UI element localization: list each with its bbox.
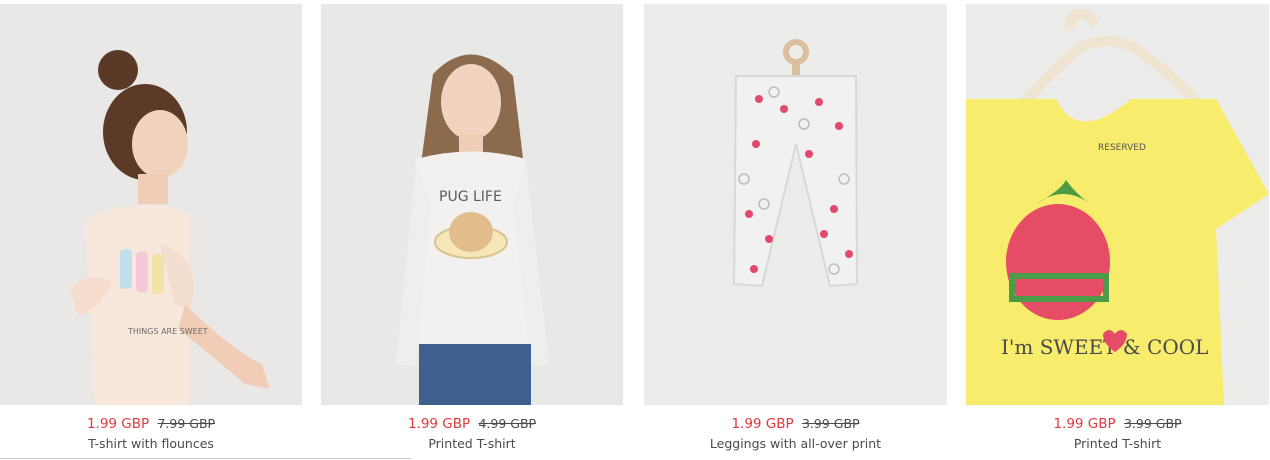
product-title[interactable]: Printed T-shirt bbox=[321, 436, 623, 452]
product-image[interactable] bbox=[644, 4, 947, 405]
product-card[interactable]: RESERVED I'm SWEET & COOL 1.99 GBP 3.99 … bbox=[966, 4, 1269, 460]
print-text: THINGS ARE SWEET bbox=[127, 327, 208, 336]
print-text: PUG LIFE bbox=[439, 189, 502, 205]
price-row: 1.99 GBP 3.99 GBP bbox=[966, 415, 1269, 433]
sale-price: 1.99 GBP bbox=[1053, 416, 1116, 432]
product-info: 1.99 GBP 3.99 GBP Printed T-shirt bbox=[966, 415, 1269, 452]
product-title[interactable]: Leggings with all-over print bbox=[644, 436, 947, 452]
old-price: 4.99 GBP bbox=[478, 416, 537, 431]
old-price: 3.99 GBP bbox=[1123, 416, 1182, 431]
price-row: 1.99 GBP 7.99 GBP bbox=[0, 415, 302, 433]
product-image[interactable]: RESERVED I'm SWEET & COOL bbox=[966, 4, 1269, 405]
divider bbox=[0, 458, 411, 459]
sale-price: 1.99 GBP bbox=[86, 416, 150, 432]
product-image[interactable]: THINGS ARE SWEET bbox=[0, 4, 302, 405]
product-card[interactable]: THINGS ARE SWEET 1.99 GBP 7.99 GBP T-shi… bbox=[0, 4, 302, 460]
product-title[interactable]: Printed T-shirt bbox=[966, 436, 1269, 452]
sale-price: 1.99 GBP bbox=[407, 416, 471, 432]
price-row: 1.99 GBP 4.99 GBP bbox=[321, 415, 623, 433]
product-image[interactable]: PUG LIFE bbox=[321, 4, 623, 405]
old-price: 3.99 GBP bbox=[801, 416, 860, 431]
brand-label: RESERVED bbox=[1098, 143, 1146, 153]
product-card[interactable]: PUG LIFE 1.99 GBP 4.99 GBP Printed T-shi… bbox=[321, 4, 623, 460]
product-grid: THINGS ARE SWEET 1.99 GBP 7.99 GBP T-shi… bbox=[0, 0, 1270, 460]
product-info: 1.99 GBP 4.99 GBP Printed T-shirt bbox=[321, 415, 623, 452]
product-info: 1.99 GBP 7.99 GBP T-shirt with flounces bbox=[0, 415, 302, 452]
product-title[interactable]: T-shirt with flounces bbox=[0, 436, 302, 452]
product-card[interactable]: 1.99 GBP 3.99 GBP Leggings with all-over… bbox=[644, 4, 947, 460]
sale-price: 1.99 GBP bbox=[731, 416, 794, 432]
price-row: 1.99 GBP 3.99 GBP bbox=[644, 415, 947, 433]
old-price: 7.99 GBP bbox=[157, 416, 216, 431]
product-info: 1.99 GBP 3.99 GBP Leggings with all-over… bbox=[644, 415, 947, 452]
